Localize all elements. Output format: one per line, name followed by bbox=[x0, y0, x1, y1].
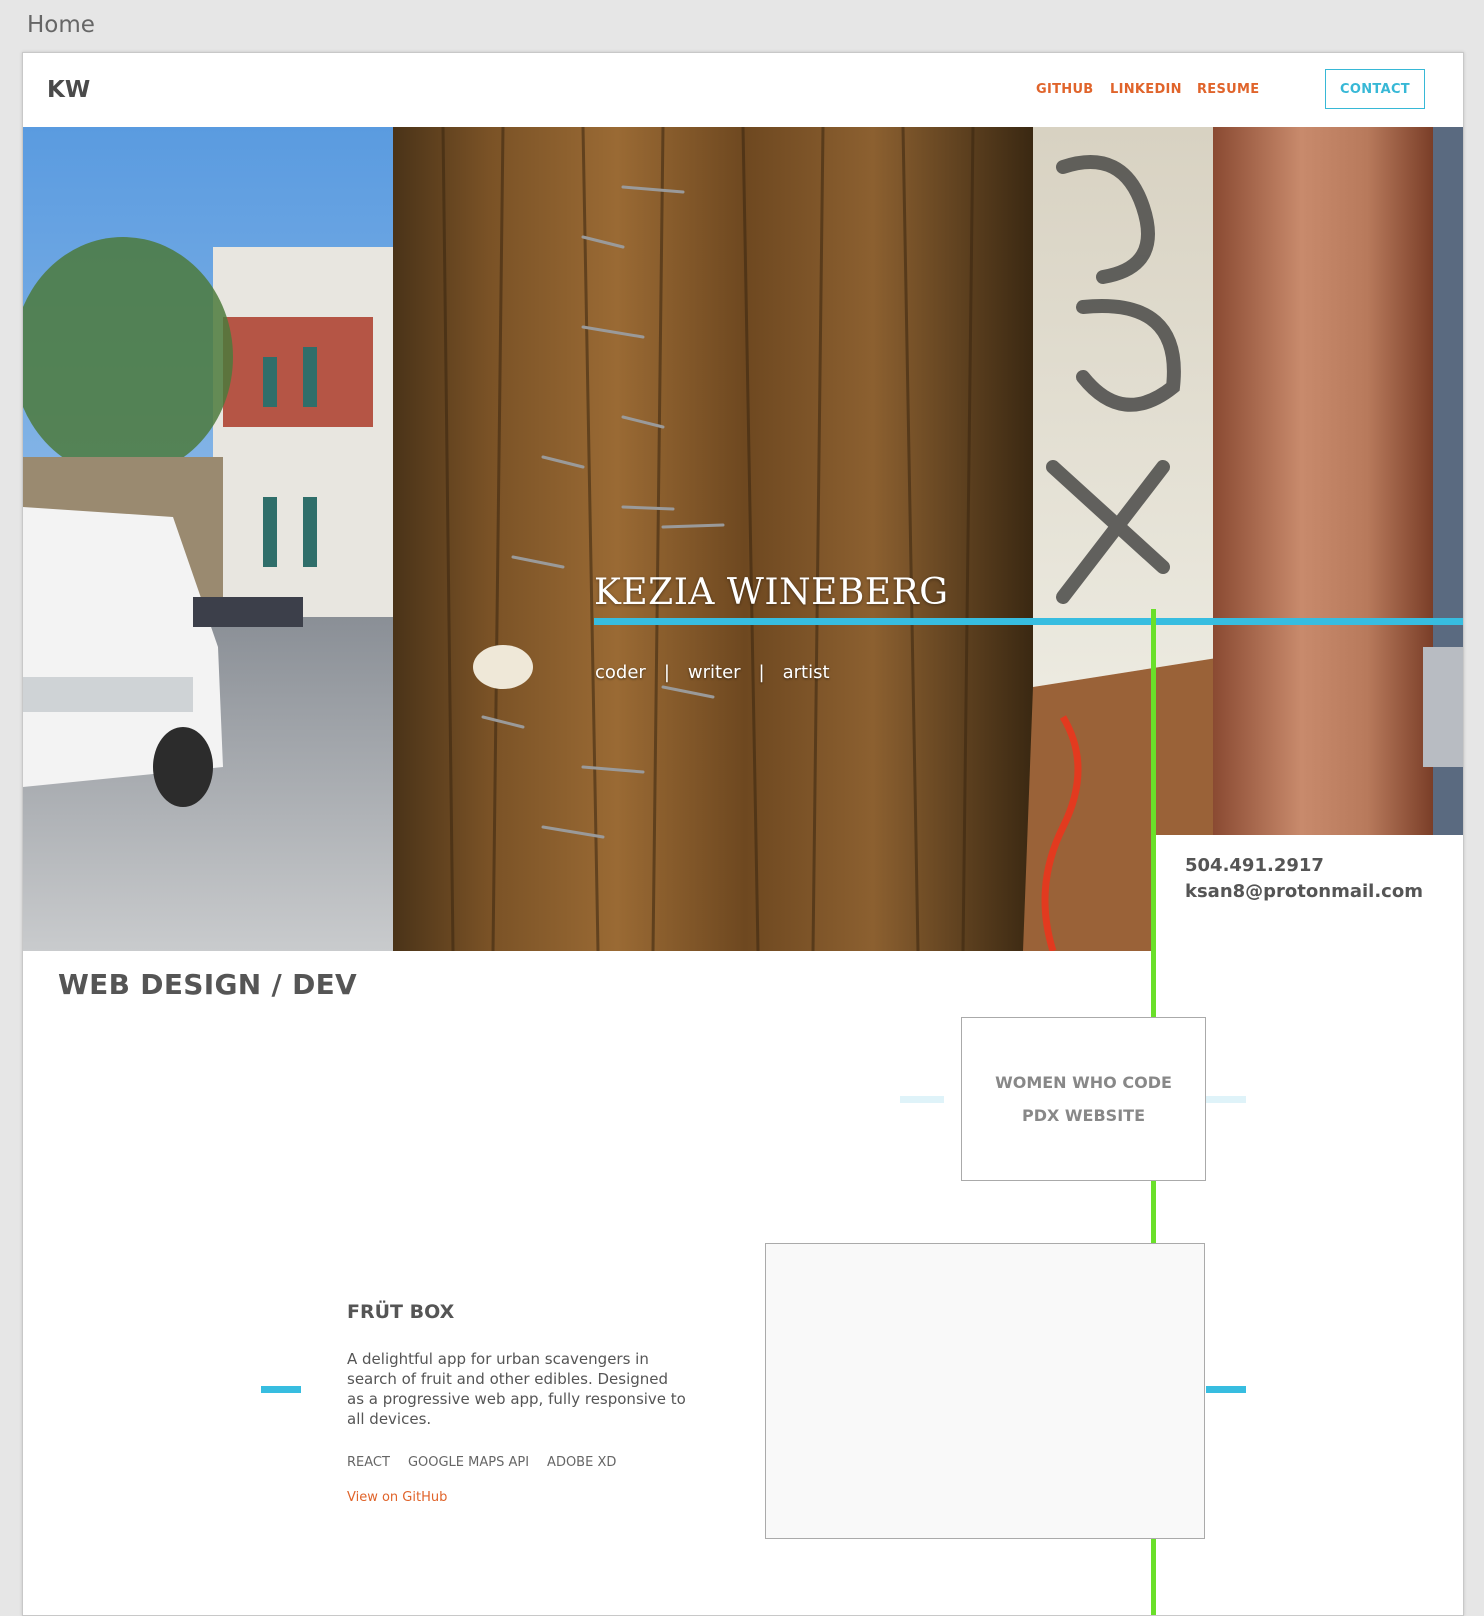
tag: ADOBE XD bbox=[547, 1455, 617, 1470]
logo[interactable]: KW bbox=[47, 77, 90, 103]
role-artist: artist bbox=[782, 662, 830, 683]
project-title-frut-box: FRÜT BOX bbox=[347, 1301, 455, 1323]
hero-section: KEZIA WINEBERG coder | writer | artist bbox=[23, 127, 1463, 951]
tag: GOOGLE MAPS API bbox=[407, 1455, 530, 1470]
hero-photo bbox=[23, 127, 1463, 951]
page: KW GITHUB LINKEDIN RESUME CONTACT KEZIA … bbox=[22, 52, 1464, 1616]
timeline-tick bbox=[261, 1386, 301, 1393]
contact-button[interactable]: CONTACT bbox=[1325, 69, 1425, 109]
nav-link-github[interactable]: GITHUB bbox=[1036, 82, 1094, 97]
timeline-tick bbox=[1206, 1386, 1246, 1393]
nav-link-resume[interactable]: RESUME bbox=[1197, 82, 1259, 97]
project-title-wwc: WOMEN WHO CODE PDX WEBSITE bbox=[995, 1073, 1172, 1125]
project-tags: REACT GOOGLE MAPS API ADOBE XD bbox=[347, 1455, 634, 1470]
contact-email[interactable]: ksan8@protonmail.com bbox=[1185, 881, 1423, 902]
timeline-tick bbox=[900, 1096, 944, 1103]
role-writer: writer bbox=[687, 662, 741, 683]
project-description: A delightful app for urban scavengers in… bbox=[347, 1350, 686, 1428]
window-title: Home bbox=[27, 12, 95, 38]
tag: REACT bbox=[347, 1455, 390, 1470]
role-coder: coder bbox=[595, 662, 646, 683]
hero-accent-rule bbox=[594, 618, 1463, 625]
top-nav: KW GITHUB LINKEDIN RESUME CONTACT bbox=[23, 53, 1463, 127]
timeline-tick bbox=[1206, 1096, 1246, 1103]
role-separator: | bbox=[663, 662, 670, 683]
section-title: WEB DESIGN / DEV bbox=[58, 968, 358, 1001]
contact-phone[interactable]: 504.491.2917 bbox=[1185, 855, 1324, 876]
nav-link-linkedin[interactable]: LINKEDIN bbox=[1110, 82, 1182, 97]
project-image-frut-box[interactable] bbox=[765, 1243, 1205, 1539]
hero-roles: coder | writer | artist bbox=[595, 662, 830, 683]
hero-name: KEZIA WINEBERG bbox=[594, 572, 949, 613]
view-on-github-link[interactable]: View on GitHub bbox=[347, 1490, 447, 1505]
project-card-wwc[interactable]: WOMEN WHO CODE PDX WEBSITE bbox=[961, 1017, 1206, 1181]
role-separator: | bbox=[758, 662, 765, 683]
